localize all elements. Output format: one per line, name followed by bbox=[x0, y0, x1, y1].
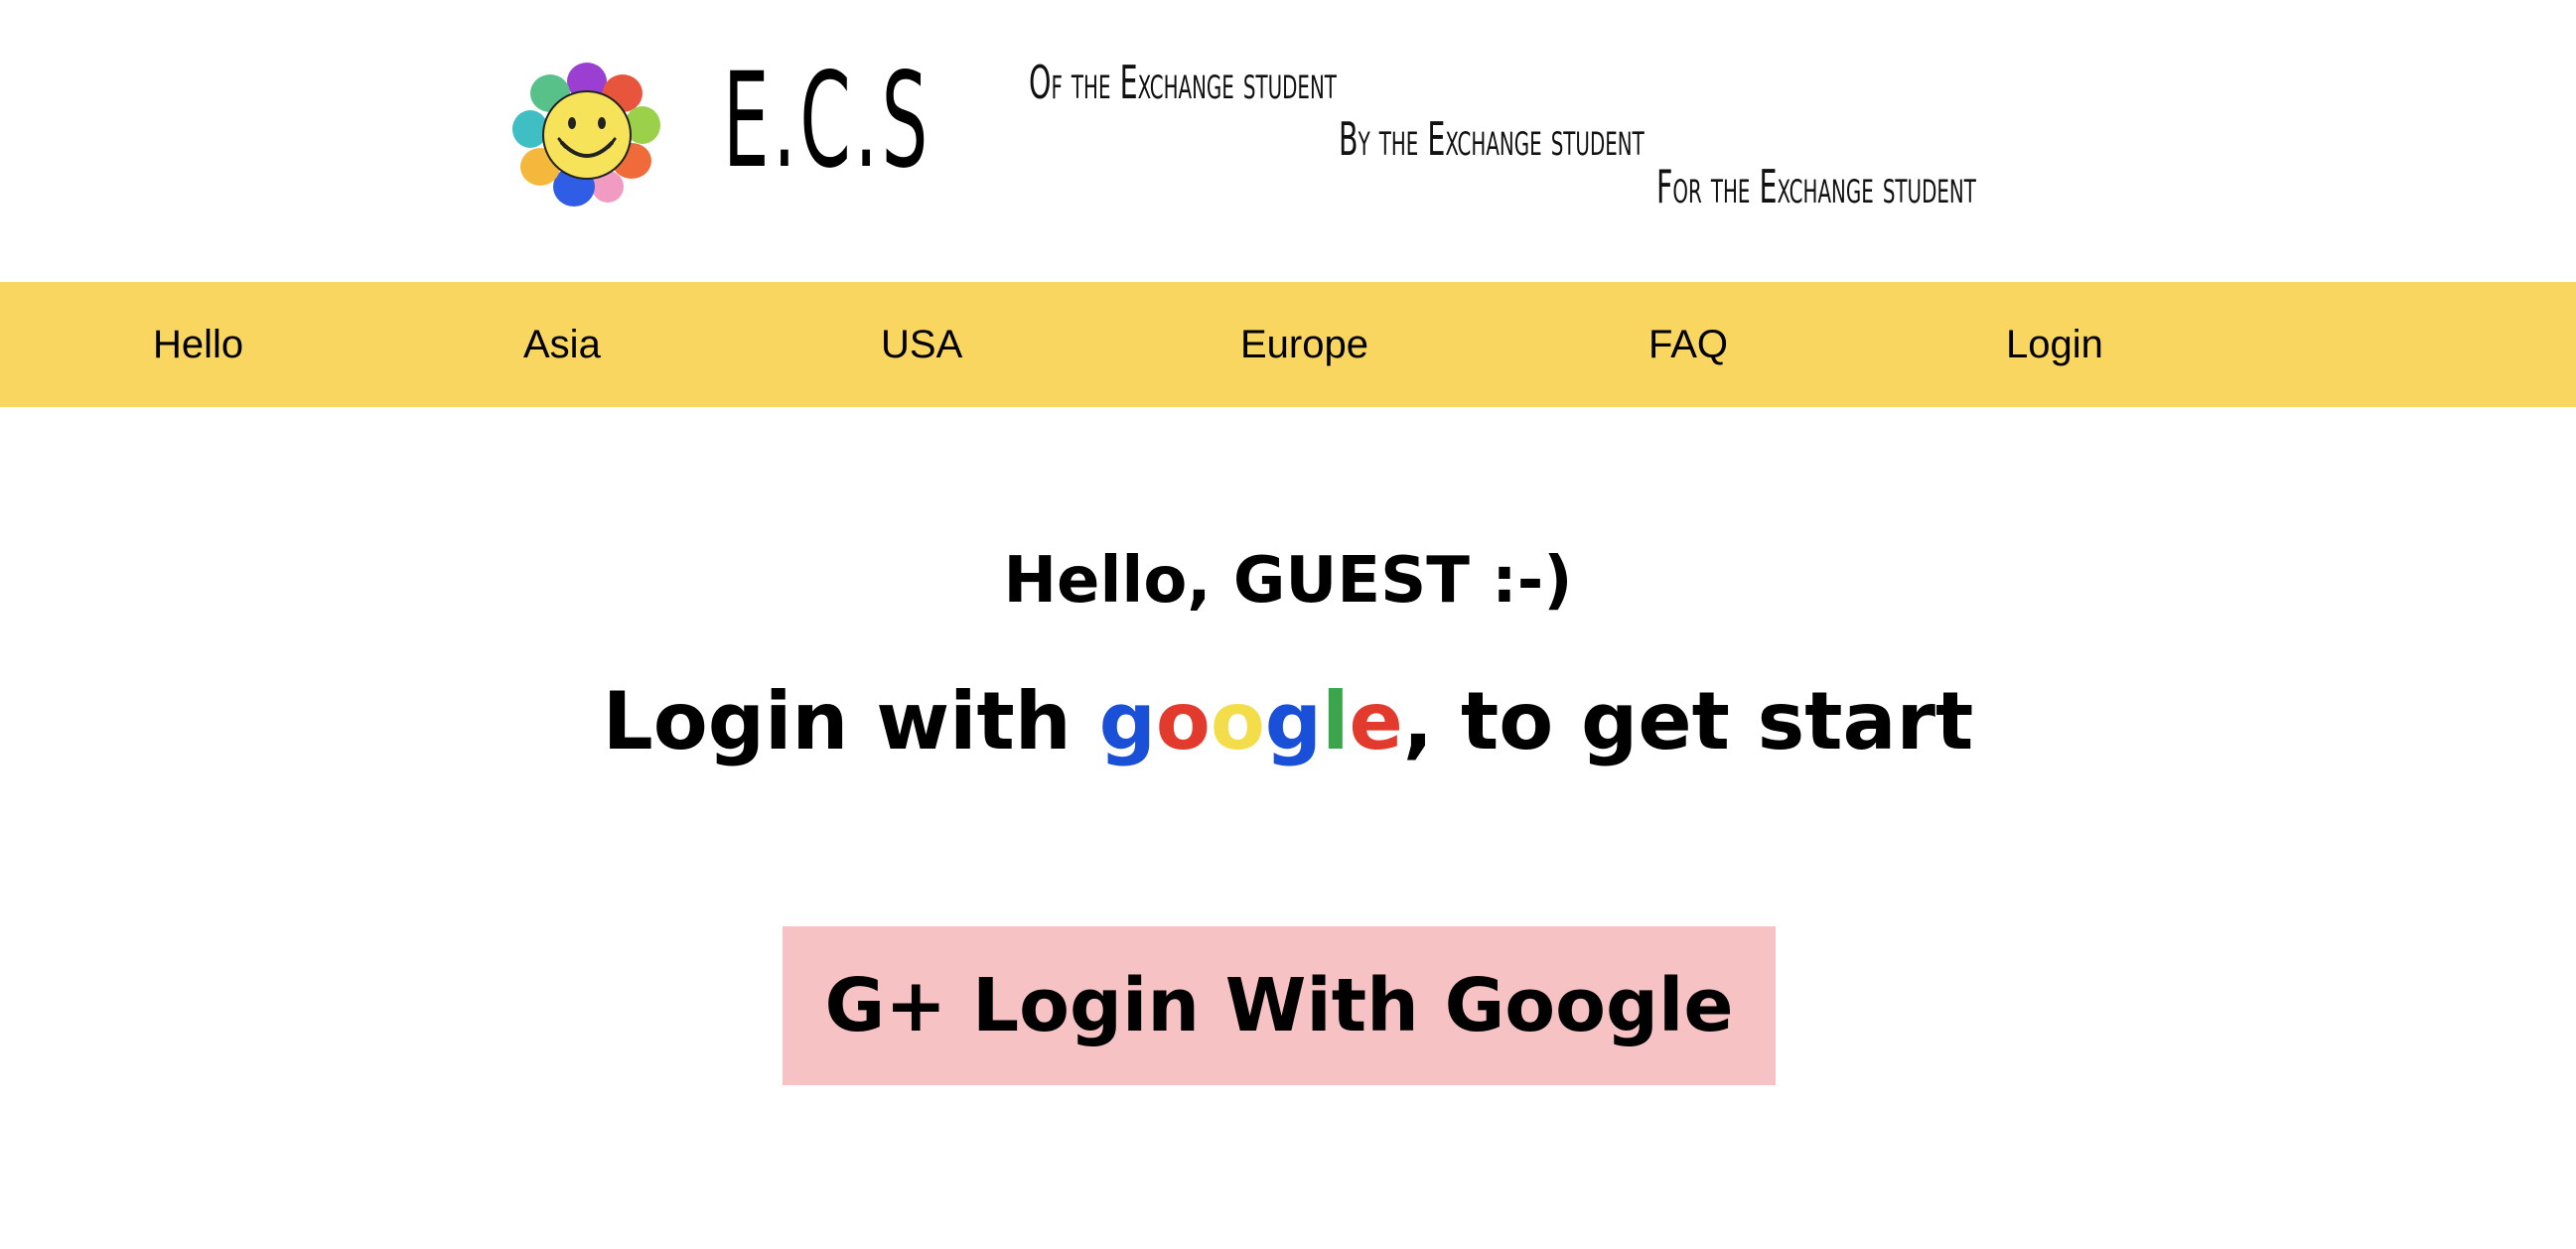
login-with-google-button[interactable]: G+ Login With Google bbox=[783, 926, 1776, 1085]
login-prompt: Login with google, to get start bbox=[0, 667, 2576, 776]
nav-item-faq[interactable]: FAQ bbox=[1648, 282, 1728, 407]
tagline-by: By the Exchange student bbox=[1339, 112, 1645, 166]
nav-item-asia[interactable]: Asia bbox=[523, 282, 601, 407]
google-letter: g bbox=[1098, 675, 1156, 767]
nav-item-hello[interactable]: Hello bbox=[153, 282, 243, 407]
google-letter: o bbox=[1155, 675, 1211, 767]
google-wordmark: google bbox=[1099, 675, 1403, 767]
google-letter: o bbox=[1210, 675, 1265, 767]
prompt-text-before: Login with bbox=[602, 675, 1099, 767]
google-letter: g bbox=[1264, 675, 1323, 767]
tagline-of: Of the Exchange student bbox=[1029, 56, 1337, 109]
nav-item-usa[interactable]: USA bbox=[881, 282, 962, 407]
tagline-for: For the Exchange student bbox=[1656, 160, 1976, 213]
nav-item-login[interactable]: Login bbox=[2006, 282, 2103, 407]
prompt-text-after: , to get start bbox=[1402, 675, 1974, 767]
site-brand[interactable]: E.C.S bbox=[723, 52, 931, 191]
smiley-flower-icon[interactable] bbox=[510, 60, 663, 208]
greeting-heading: Hello, GUEST :-) bbox=[1003, 544, 1573, 618]
main-nav: Hello Asia USA Europe FAQ Login bbox=[0, 282, 2576, 407]
nav-item-europe[interactable]: Europe bbox=[1240, 282, 1368, 407]
google-letter: e bbox=[1349, 675, 1403, 767]
site-header: E.C.S Of the Exchange student By the Exc… bbox=[0, 0, 2576, 282]
google-letter: l bbox=[1322, 675, 1350, 767]
